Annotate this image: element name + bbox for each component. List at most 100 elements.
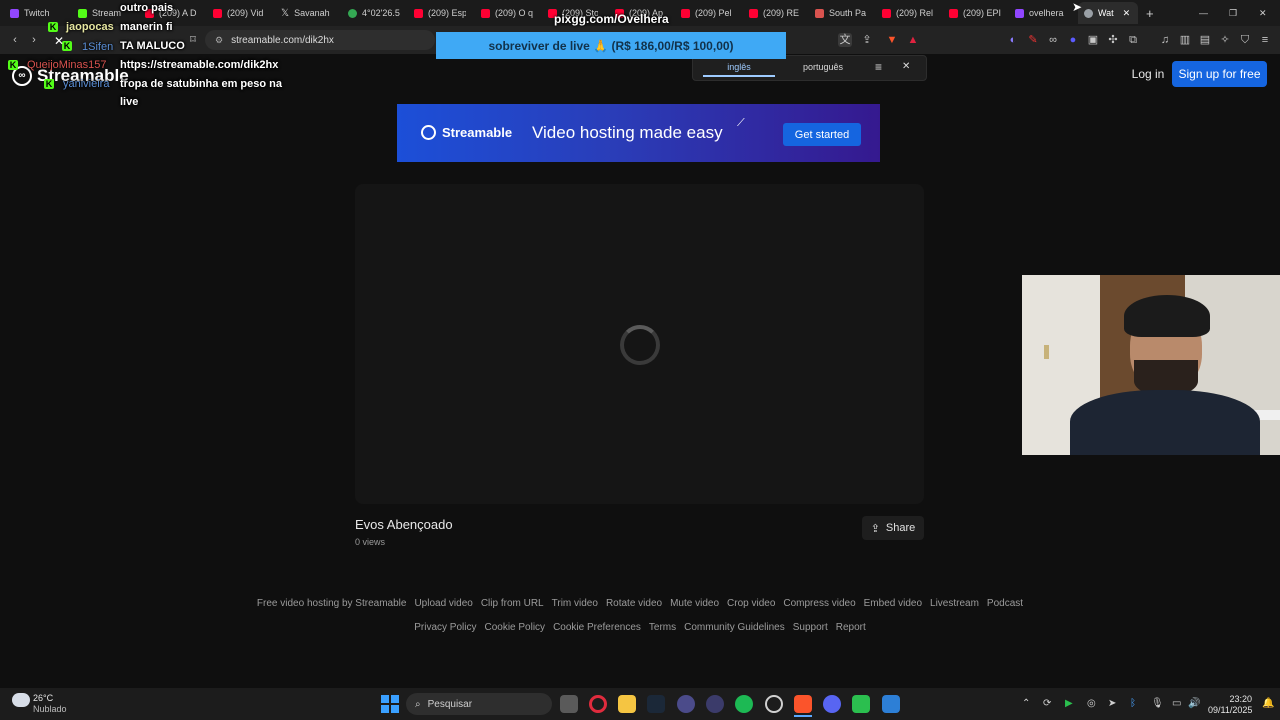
tab-youtube-7[interactable]: (209) Pel	[681, 4, 733, 22]
vpn-button[interactable]: ⛉	[1238, 33, 1252, 47]
spotify-icon[interactable]	[735, 695, 753, 713]
footer-link[interactable]: Livestream	[930, 598, 979, 609]
tray-icon[interactable]: ➤	[1108, 698, 1116, 709]
footer-link[interactable]: Support	[793, 622, 828, 633]
media-button[interactable]: ♫	[1158, 33, 1172, 47]
site-info-icon[interactable]: ⚙	[215, 35, 223, 46]
translate-tab-portuguese[interactable]: português	[788, 62, 858, 72]
volume-icon[interactable]: 🔊	[1188, 698, 1200, 709]
extension-4[interactable]: ●	[1066, 33, 1080, 47]
extension-3[interactable]: ∞	[1046, 33, 1060, 47]
maximize-button[interactable]: ❐	[1229, 4, 1239, 22]
close-tab-icon[interactable]: ✕	[1123, 8, 1131, 19]
footer-link[interactable]: Clip from URL	[481, 598, 544, 609]
extension-5[interactable]: ▣	[1086, 33, 1100, 47]
tab-youtube-4[interactable]: (209) O q	[481, 4, 533, 22]
translate-options-button[interactable]: ≡	[875, 60, 882, 74]
task-view-icon[interactable]	[560, 695, 578, 713]
plus-icon: +	[1146, 5, 1154, 21]
leo-ai-button[interactable]: ✧	[1218, 33, 1232, 47]
app-icon[interactable]	[882, 695, 900, 713]
address-bar[interactable]: ⚙ streamable.com/dik2hx	[205, 30, 435, 50]
footer-link[interactable]: Trim video	[552, 598, 598, 609]
share-button[interactable]: ⇪ Share	[862, 516, 924, 540]
steam-icon[interactable]	[647, 695, 665, 713]
footer-link[interactable]: Rotate video	[606, 598, 662, 609]
signup-button[interactable]: Sign up for free	[1172, 61, 1267, 87]
tab-maps[interactable]: 4°02'26.5	[348, 4, 400, 22]
tray-icon[interactable]: ᛒ	[1130, 698, 1136, 709]
tray-icon[interactable]: ⟳	[1043, 698, 1051, 709]
monitor-icon: ▭	[1172, 698, 1182, 709]
app-icon[interactable]	[706, 695, 724, 713]
tab-youtube-8[interactable]: (209) RE	[749, 4, 801, 22]
tab-youtube-3[interactable]: (209) Esp	[414, 4, 466, 22]
footer-link[interactable]: Upload video	[414, 598, 472, 609]
tray-icon[interactable]: 🎙	[1151, 698, 1164, 709]
forward-button[interactable]: ›	[27, 33, 41, 47]
tab-youtube-2[interactable]: (209) Vid	[213, 4, 265, 22]
footer-link[interactable]: Cookie Preferences	[553, 622, 641, 633]
discord-icon[interactable]	[823, 695, 841, 713]
brave-rewards-button[interactable]: ▲	[906, 33, 920, 47]
wallet-button[interactable]: ▤	[1198, 33, 1212, 47]
show-hidden-icons[interactable]: ⌃	[1022, 698, 1030, 709]
extension-6[interactable]: ⧉	[1126, 33, 1140, 47]
tab-youtube-10[interactable]: (209) EPI	[949, 4, 1001, 22]
tab-southpark[interactable]: South Pa	[815, 4, 867, 22]
footer-link[interactable]: Mute video	[670, 598, 719, 609]
tab-youtube-9[interactable]: (209) Rel	[882, 4, 934, 22]
extension-2[interactable]: ✎	[1026, 33, 1040, 47]
get-started-button[interactable]: Get started	[783, 123, 861, 146]
tray-icon[interactable]: ▶	[1065, 698, 1073, 709]
footer-link[interactable]: Community Guidelines	[684, 622, 785, 633]
clock-date[interactable]: 09/11/2025	[1208, 705, 1252, 715]
taskbar-search[interactable]: ⌕ Pesquisar	[406, 693, 552, 715]
footer-link[interactable]: Privacy Policy	[414, 622, 476, 633]
file-explorer-icon[interactable]	[618, 695, 636, 713]
opera-icon[interactable]	[589, 695, 607, 713]
footer-link[interactable]: Cookie Policy	[484, 622, 545, 633]
tray-icon[interactable]: ◎	[1087, 698, 1096, 709]
tab-ovelhera[interactable]: ovelhera	[1015, 4, 1067, 22]
brave-shields-button[interactable]: ▼	[885, 33, 899, 47]
address-url: streamable.com/dik2hx	[231, 34, 334, 46]
footer-link[interactable]: Embed video	[864, 598, 922, 609]
tab-streamable-active[interactable]: Wat ✕	[1078, 2, 1138, 24]
translate-tab-english[interactable]: inglês	[703, 62, 775, 77]
footer-link[interactable]: Report	[836, 622, 866, 633]
tab-x[interactable]: 𝕏 Savanah	[281, 4, 333, 22]
footer-link[interactable]: Podcast	[987, 598, 1023, 609]
new-tab-button[interactable]: +	[1146, 4, 1158, 22]
translate-close-button[interactable]: ✕	[902, 61, 910, 72]
minimize-button[interactable]: —	[1199, 4, 1209, 22]
back-button[interactable]: ‹	[8, 33, 22, 47]
close-window-button[interactable]: ✕	[1259, 4, 1269, 22]
footer-link[interactable]: Compress video	[783, 598, 855, 609]
clock-time[interactable]: 23:20	[1208, 694, 1252, 704]
translate-button[interactable]: 文	[838, 33, 852, 47]
extensions-menu[interactable]: ✣	[1106, 33, 1120, 47]
network-icon[interactable]: ▭	[1172, 698, 1181, 709]
login-button[interactable]: Log in	[1126, 64, 1170, 84]
browser-menu-button[interactable]: ≡	[1258, 33, 1272, 47]
brave-icon[interactable]	[794, 695, 812, 713]
windows-start-icon[interactable]	[381, 695, 399, 713]
app-icon[interactable]	[765, 695, 783, 713]
app-icon[interactable]	[852, 695, 870, 713]
footer-link[interactable]: Terms	[649, 622, 676, 633]
sidebar-button[interactable]: ▥	[1178, 33, 1192, 47]
footer-link[interactable]: Crop video	[727, 598, 775, 609]
app-icon[interactable]	[677, 695, 695, 713]
weather-desc[interactable]: Nublado	[33, 704, 67, 714]
extension-1[interactable]: ◐	[1006, 33, 1020, 47]
share-page-button[interactable]: ⇪	[860, 33, 874, 47]
bookmark-button[interactable]: ⌑	[186, 33, 200, 47]
weather-cloud-icon[interactable]	[12, 693, 30, 707]
tab-twitch[interactable]: Twitch	[10, 4, 65, 22]
notifications-button[interactable]: 🔔	[1262, 698, 1274, 709]
weather-temp[interactable]: 26°C	[33, 693, 53, 703]
promo-banner[interactable]: Streamable Video hosting made easy ⟋ Get…	[397, 104, 880, 162]
stop-loading-icon[interactable]: ✕	[54, 34, 64, 48]
footer-link[interactable]: Free video hosting by Streamable	[257, 598, 407, 609]
